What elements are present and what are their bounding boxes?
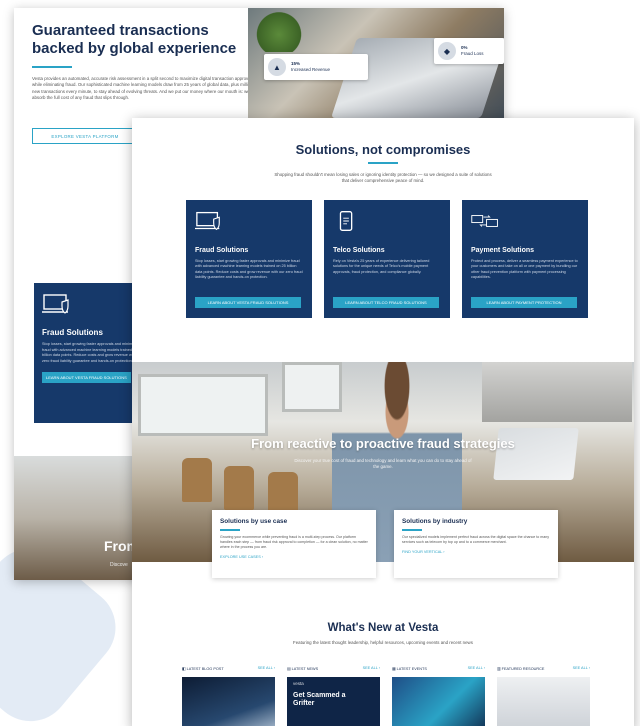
news-column-blog: ◧ LATEST BLOG POST SEE ALL › xyxy=(182,666,275,726)
column-label: ◧ LATEST BLOG POST xyxy=(182,667,224,671)
laptop-shield-icon xyxy=(195,211,220,231)
back-hero-text: Guaranteed transactions backed by global… xyxy=(32,22,262,102)
news-columns: ◧ LATEST BLOG POST SEE ALL › ▤ LATEST NE… xyxy=(182,666,590,726)
stat-card-revenue: ▲ 15% Increased Revenue xyxy=(264,54,368,80)
card-body: Stop losses, start growing faster approv… xyxy=(195,259,303,280)
chair-image xyxy=(224,466,254,510)
column-label: ▤ LATEST NEWS xyxy=(287,667,319,671)
news-column-news: ▤ LATEST NEWS SEE ALL › vesta Get Scamme… xyxy=(287,666,380,726)
telco-solutions-card: Telco Solutions Rely on Vesta's 25 years… xyxy=(324,200,450,318)
see-all-link[interactable]: SEE ALL › xyxy=(363,666,380,671)
stat-card-fraud-loss: ◆ 0% Fraud Loss xyxy=(434,38,504,64)
news-column-events: ▦ LATEST EVENTS SEE ALL › xyxy=(392,666,485,726)
divider xyxy=(32,66,72,68)
thumbnail-text: Get Scammed a Grifter xyxy=(293,692,346,707)
plant-image xyxy=(254,8,304,52)
card-title: Solutions by use case xyxy=(220,518,288,525)
explore-platform-button[interactable]: EXPLORE VESTA PLATFORM xyxy=(32,128,138,144)
resource-thumbnail[interactable] xyxy=(497,677,590,726)
divider xyxy=(368,162,398,164)
see-all-link[interactable]: SEE ALL › xyxy=(258,666,275,671)
see-all-link[interactable]: SEE ALL › xyxy=(573,666,590,671)
card-title: Fraud Solutions xyxy=(195,247,249,254)
learn-fraud-button[interactable]: LEARN ABOUT VESTA FRAUD SOLUTIONS xyxy=(42,372,131,384)
learn-fraud-button[interactable]: LEARN ABOUT VESTA FRAUD SOLUTIONS xyxy=(195,297,301,308)
proactive-title: From reactive to proactive fraud strateg… xyxy=(251,436,515,451)
learn-payment-button[interactable]: LEARN ABOUT PAYMENT PROTECTION xyxy=(471,297,577,308)
bottom-sub-fragment: Discove xyxy=(110,562,128,568)
window-image xyxy=(138,374,268,436)
industry-card: Solutions by industry Our specialized mo… xyxy=(394,510,558,578)
phone-icon xyxy=(339,211,353,231)
payment-transfer-icon xyxy=(471,215,498,227)
fraud-solutions-card: Fraud Solutions Stop losses, start growi… xyxy=(186,200,312,318)
chair-image xyxy=(182,458,212,502)
news-title: What's New at Vesta xyxy=(327,622,439,634)
beer-taps-image xyxy=(482,362,632,422)
card-title: Telco Solutions xyxy=(333,247,385,254)
stat-label: Increased Revenue xyxy=(291,67,331,72)
find-vertical-link[interactable]: FIND YOUR VERTICAL › xyxy=(402,550,550,554)
use-case-card: Solutions by use case Growing your ecomm… xyxy=(212,510,376,578)
brand-label: vesta xyxy=(293,681,304,686)
column-label: ▥ FEATURED RESOURCE xyxy=(497,667,545,671)
news-column-resource: ▥ FEATURED RESOURCE SEE ALL › xyxy=(497,666,590,726)
card-title: Solutions by industry xyxy=(402,518,468,525)
stat-label: Fraud Loss xyxy=(461,51,484,56)
laptop-shield-icon xyxy=(42,294,69,314)
card-body: Growing your ecommerce while preventing … xyxy=(220,534,368,549)
news-subtitle: Featuring the latest thought leadership,… xyxy=(293,640,473,645)
solutions-subtitle: Shopping fraud shouldn't mean losing sal… xyxy=(274,172,492,184)
events-thumbnail[interactable] xyxy=(392,677,485,726)
panel-body: Stop losses, start growing faster approv… xyxy=(42,342,143,363)
blog-thumbnail[interactable] xyxy=(182,677,275,726)
column-label: ▦ LATEST EVENTS xyxy=(392,667,427,671)
see-all-link[interactable]: SEE ALL › xyxy=(468,666,485,671)
front-page-preview: Solutions, not compromises Shopping frau… xyxy=(132,118,634,726)
proactive-subtitle: Discover your true cost of fraud and tec… xyxy=(294,458,472,470)
shield-icon: ◆ xyxy=(438,42,456,60)
back-hero-title: Guaranteed transactions backed by global… xyxy=(32,22,237,57)
divider xyxy=(220,529,240,531)
explore-use-cases-link[interactable]: EXPLORE USE CASES › xyxy=(220,555,368,559)
card-title: Payment Solutions xyxy=(471,247,535,254)
panel-title: Fraud Solutions xyxy=(42,328,103,337)
solution-cards: Fraud Solutions Stop losses, start growi… xyxy=(186,200,588,318)
solutions-title: Solutions, not compromises xyxy=(295,142,471,157)
news-thumbnail[interactable]: vesta Get Scammed a Grifter xyxy=(287,677,380,726)
payment-solutions-card: Payment Solutions Protect and process, d… xyxy=(462,200,588,318)
card-body: Our specialized models implement perfect… xyxy=(402,534,550,544)
divider xyxy=(402,529,422,531)
chart-icon: ▲ xyxy=(268,58,286,76)
card-body: Rely on Vesta's 25 years of experience d… xyxy=(333,259,430,274)
card-body: Protect and process, deliver a seamless … xyxy=(471,259,578,280)
learn-telco-button[interactable]: LEARN ABOUT TELCO FRAUD SOLUTIONS xyxy=(333,297,439,308)
back-hero-body: Vesta provides an automated, accurate ri… xyxy=(32,76,260,101)
